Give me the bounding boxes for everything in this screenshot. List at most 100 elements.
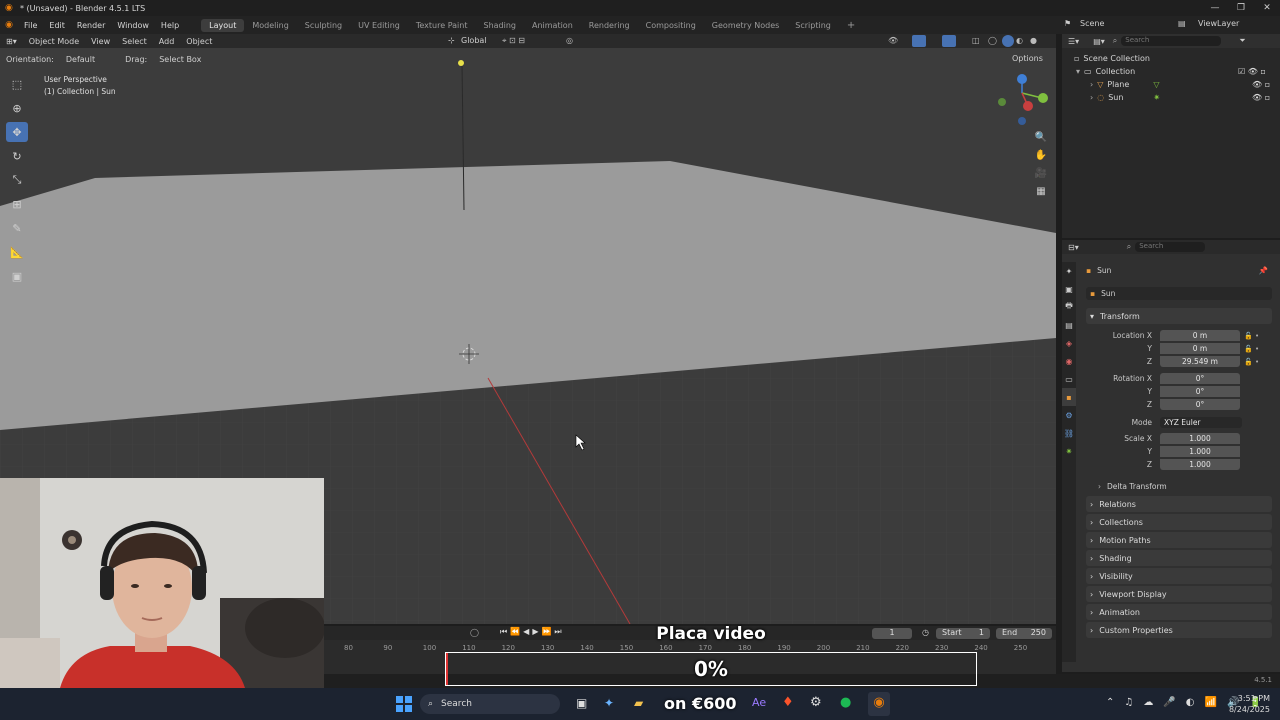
app-icon[interactable]: ⚙ xyxy=(810,695,822,710)
view-layer-tab-icon[interactable]: ▤ xyxy=(1062,316,1076,334)
gizmo-y-icon[interactable] xyxy=(1038,93,1048,103)
output-tab-icon[interactable]: 🖶 xyxy=(1062,298,1076,316)
tab-uv-editing[interactable]: UV Editing xyxy=(350,19,408,32)
pin-icon[interactable]: 📌 xyxy=(1259,266,1268,275)
blender-menu-icon[interactable]: ◉ xyxy=(0,20,18,30)
location-y-field[interactable]: 0 m xyxy=(1160,343,1240,354)
outliner-search-input[interactable]: Search xyxy=(1121,36,1222,46)
transform-orientation-dropdown[interactable]: Global xyxy=(461,36,487,45)
custom-properties-panel[interactable]: › Custom Properties xyxy=(1086,622,1272,638)
gizmo-x-icon[interactable] xyxy=(1023,101,1033,111)
delta-transform-row[interactable]: › Delta Transform xyxy=(1098,480,1167,492)
close-button[interactable]: ✕ xyxy=(1254,0,1280,16)
object-tab-icon[interactable]: ▪ xyxy=(1062,388,1076,406)
drag-dropdown[interactable]: Select Box xyxy=(153,55,207,64)
editor-type-icon[interactable]: ⊞▾ xyxy=(0,37,23,46)
task-view-icon[interactable]: ▣ xyxy=(576,696,587,710)
options-dropdown[interactable]: Options xyxy=(1012,54,1043,63)
tab-shading[interactable]: Shading xyxy=(475,19,524,32)
taskbar-search-box[interactable]: ⌕ Search xyxy=(420,694,560,714)
gizmo-z-icon[interactable] xyxy=(1017,74,1027,84)
light-data-tab-icon[interactable]: ✷ xyxy=(1062,442,1076,460)
tool-tab-icon[interactable]: ✦ xyxy=(1062,262,1076,280)
constraint-tab-icon[interactable]: ⛓ xyxy=(1062,424,1076,442)
gizmo-toggle-icon[interactable] xyxy=(912,35,926,47)
menu-add[interactable]: Add xyxy=(153,37,181,46)
object-mode-dropdown[interactable]: Object Mode xyxy=(23,37,85,46)
rotate-tool-icon[interactable]: ↻ xyxy=(6,146,28,166)
rotation-mode-dropdown[interactable]: XYZ Euler xyxy=(1160,417,1242,428)
menu-help[interactable]: Help xyxy=(155,21,185,30)
expand-chevron-icon[interactable]: ▾ xyxy=(1076,67,1080,76)
object-name-field[interactable]: ▪ Sun xyxy=(1086,287,1272,300)
menu-window[interactable]: Window xyxy=(111,21,155,30)
after-effects-icon[interactable]: Ae xyxy=(752,696,766,709)
visibility-icon[interactable]: 👁 xyxy=(888,36,898,45)
viewport-display-panel[interactable]: › Viewport Display xyxy=(1086,586,1272,602)
viewlayer-selector[interactable]: ViewLayer xyxy=(1198,19,1239,28)
restore-button[interactable]: ❐ xyxy=(1228,0,1254,16)
rotation-x-field[interactable]: 0° xyxy=(1160,373,1240,384)
scale-y-field[interactable]: 1.000 xyxy=(1160,446,1240,457)
tab-sculpting[interactable]: Sculpting xyxy=(297,19,350,32)
blender-taskbar-icon[interactable]: ◉ xyxy=(868,692,890,716)
minimize-button[interactable]: — xyxy=(1202,0,1228,16)
outliner-item-plane[interactable]: › ▽ Plane ▽ 👁 ▫ xyxy=(1062,78,1280,91)
expand-chevron-icon[interactable]: › xyxy=(1090,80,1093,89)
menu-file[interactable]: File xyxy=(18,21,43,30)
gizmo-neg-z-icon[interactable] xyxy=(1018,117,1026,125)
object-name-input[interactable]: Sun xyxy=(1101,289,1115,298)
orientation-dropdown[interactable]: Default xyxy=(60,55,101,64)
wireframe-shading-icon[interactable]: ◯ xyxy=(988,36,997,45)
location-z-field[interactable]: 29.549 m xyxy=(1160,356,1240,367)
measure-tool-icon[interactable]: 📐 xyxy=(6,242,28,262)
rotation-y-field[interactable]: 0° xyxy=(1160,386,1240,397)
tab-compositing[interactable]: Compositing xyxy=(638,19,704,32)
proportional-edit-icon[interactable]: ◎ xyxy=(566,36,573,45)
ortho-grid-icon[interactable]: ▦ xyxy=(1032,182,1050,200)
collection-checkbox-icon[interactable]: ☑ 👁 ▫ xyxy=(1238,67,1266,76)
relations-panel[interactable]: › Relations xyxy=(1086,496,1272,512)
scene-collection-row[interactable]: ▫ Scene Collection xyxy=(1062,52,1280,65)
world-tab-icon[interactable]: ◉ xyxy=(1062,352,1076,370)
scale-x-field[interactable]: 1.000 xyxy=(1160,433,1240,444)
scene-selector[interactable]: Scene xyxy=(1080,19,1104,28)
start-frame-field[interactable]: Start 1 xyxy=(936,628,990,639)
menu-render[interactable]: Render xyxy=(71,21,111,30)
collection-tab-icon[interactable]: ▭ xyxy=(1062,370,1076,388)
collection-row[interactable]: ▾ ▭ Collection ☑ 👁 ▫ xyxy=(1062,65,1280,78)
move-tool-icon[interactable]: ✥ xyxy=(6,122,28,142)
clock[interactable]: 3:51 PM 8/24/2025 xyxy=(1222,693,1270,715)
windows-start-icon[interactable] xyxy=(396,696,412,712)
material-shading-icon[interactable]: ◐ xyxy=(1016,36,1023,45)
outliner-editor-icon[interactable]: ☰▾ xyxy=(1068,37,1079,46)
filter-icon[interactable]: ⏷ xyxy=(1239,36,1245,46)
file-explorer-icon[interactable]: ▰ xyxy=(634,696,643,710)
add-workspace-button[interactable]: + xyxy=(839,18,863,33)
modifier-tab-icon[interactable]: ⚙ xyxy=(1062,406,1076,424)
menu-edit[interactable]: Edit xyxy=(43,21,71,30)
menu-select[interactable]: Select xyxy=(116,37,153,46)
motion-paths-panel[interactable]: › Motion Paths xyxy=(1086,532,1272,548)
solid-shading-icon[interactable] xyxy=(1002,35,1014,47)
menu-object[interactable]: Object xyxy=(180,37,218,46)
animation-panel[interactable]: › Animation xyxy=(1086,604,1272,620)
pivot-icon[interactable]: ⌖ ⊡ ⊟ xyxy=(502,36,525,46)
tab-scripting[interactable]: Scripting xyxy=(787,19,839,32)
tab-texture-paint[interactable]: Texture Paint xyxy=(408,19,476,32)
location-x-field[interactable]: 0 m xyxy=(1160,330,1240,341)
zoom-icon[interactable]: 🔍 xyxy=(1032,128,1050,146)
cursor-tool-icon[interactable]: ⊕ xyxy=(6,98,28,118)
current-frame-field[interactable]: 1 xyxy=(872,628,912,639)
tab-layout[interactable]: Layout xyxy=(201,18,245,32)
transform-panel-header[interactable]: ▾ Transform xyxy=(1086,308,1272,324)
display-mode-icon[interactable]: ▤▾ xyxy=(1093,37,1105,46)
collections-panel[interactable]: › Collections xyxy=(1086,514,1272,530)
record-icon[interactable]: ◯ xyxy=(470,628,479,637)
gizmo-neg-y-icon[interactable] xyxy=(998,98,1006,106)
brave-browser-icon[interactable]: ♦ xyxy=(782,695,794,710)
rendered-shading-icon[interactable]: ● xyxy=(1030,36,1037,45)
transform-tool-icon[interactable]: ⊞ xyxy=(6,194,28,214)
menu-view[interactable]: View xyxy=(85,37,116,46)
tab-modeling[interactable]: Modeling xyxy=(244,19,296,32)
